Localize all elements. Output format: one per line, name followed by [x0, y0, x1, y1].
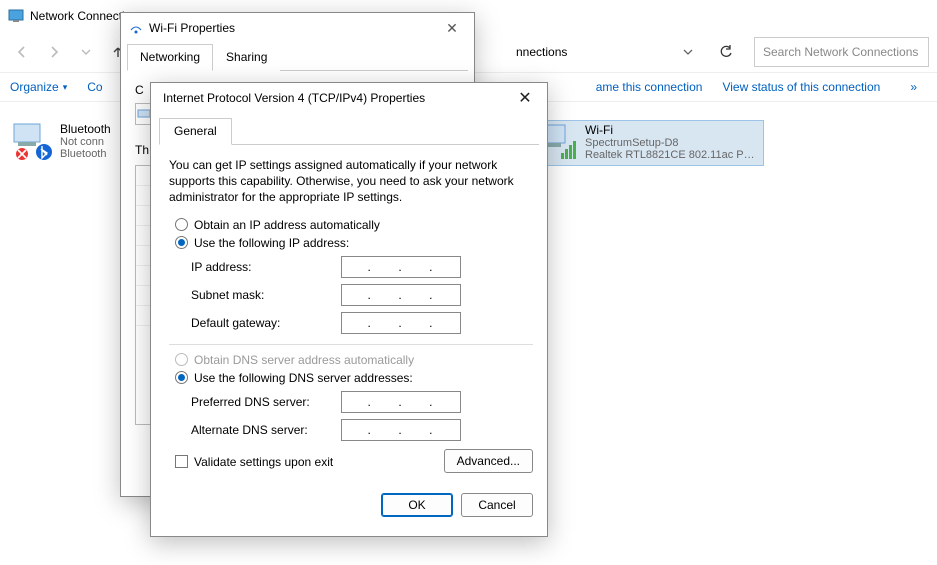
- advanced-button[interactable]: Advanced...: [444, 449, 533, 473]
- close-icon[interactable]: ✕: [511, 84, 539, 112]
- tab-general[interactable]: General: [159, 118, 232, 145]
- radio-obtain-dns: Obtain DNS server address automatically: [175, 353, 533, 367]
- ipv4-description: You can get IP settings assigned automat…: [169, 157, 533, 206]
- network-connections-icon: [8, 8, 24, 24]
- field-default-gateway: Default gateway: ...: [191, 312, 533, 334]
- divider: [169, 344, 533, 345]
- bluetooth-adapter-icon: [12, 122, 54, 162]
- field-alternate-dns: Alternate DNS server: ...: [191, 419, 533, 441]
- close-icon[interactable]: ✕: [438, 14, 466, 42]
- connection-item-wifi[interactable]: Wi-Fi SpectrumSetup-D8 Realtek RTL8821CE…: [534, 120, 764, 166]
- network-adapter-icon: [137, 107, 151, 121]
- radio-icon: [175, 353, 188, 366]
- wifi-dialog-titlebar[interactable]: Wi-Fi Properties ✕: [121, 13, 474, 43]
- field-subnet-mask: Subnet mask: ...: [191, 284, 533, 306]
- rename-connection[interactable]: ame this connection: [596, 80, 703, 94]
- ip-address-input[interactable]: ...: [341, 256, 461, 278]
- connection-device: Realtek RTL8821CE 802.11ac PCIe ...: [585, 149, 755, 161]
- view-status[interactable]: View status of this connection: [722, 80, 880, 94]
- search-input[interactable]: Search Network Connections: [754, 37, 929, 67]
- ipv4-dialog-buttons: OK Cancel: [151, 483, 547, 529]
- cancel-button[interactable]: Cancel: [461, 493, 533, 517]
- connection-device: Bluetooth: [60, 148, 111, 160]
- wifi-dialog-title: Wi-Fi Properties: [149, 21, 432, 35]
- wifi-dialog-tabs: Networking Sharing: [127, 43, 468, 71]
- ipv4-body: You can get IP settings assigned automat…: [151, 145, 547, 483]
- search-placeholder: Search Network Connections: [763, 45, 918, 59]
- connection-text: Bluetooth Not conn Bluetooth: [60, 122, 111, 160]
- overflow-chevron-icon[interactable]: »: [900, 80, 927, 94]
- connect-to-cut[interactable]: Co: [87, 80, 102, 94]
- wifi-dialog-icon: [129, 21, 143, 35]
- connection-text: Wi-Fi SpectrumSetup-D8 Realtek RTL8821CE…: [585, 123, 755, 161]
- organize-menu[interactable]: Organize▾: [10, 80, 67, 94]
- radio-icon: [175, 218, 188, 231]
- forward-button[interactable]: [40, 38, 68, 66]
- ok-button[interactable]: OK: [381, 493, 453, 517]
- field-preferred-dns: Preferred DNS server: ...: [191, 391, 533, 413]
- tab-networking[interactable]: Networking: [127, 44, 213, 71]
- ipv4-tabs: General: [159, 117, 539, 145]
- chevron-down-icon: ▾: [63, 82, 68, 93]
- tab-sharing[interactable]: Sharing: [213, 44, 280, 71]
- ipv4-properties-dialog: Internet Protocol Version 4 (TCP/IPv4) P…: [150, 82, 548, 537]
- address-dropdown[interactable]: [674, 38, 702, 66]
- connection-status: Not conn: [60, 136, 111, 148]
- connection-name: Wi-Fi: [585, 123, 755, 137]
- radio-icon: [175, 371, 188, 384]
- ipv4-dialog-titlebar[interactable]: Internet Protocol Version 4 (TCP/IPv4) P…: [151, 83, 547, 113]
- radio-use-ip[interactable]: Use the following IP address:: [175, 236, 533, 250]
- connection-name: Bluetooth: [60, 122, 111, 136]
- field-ip-address: IP address: ...: [191, 256, 533, 278]
- address-tail[interactable]: nnections: [516, 45, 567, 59]
- radio-icon: [175, 236, 188, 249]
- items-list-cut[interactable]: [135, 165, 151, 425]
- preferred-dns-input[interactable]: ...: [341, 391, 461, 413]
- default-gateway-input[interactable]: ...: [341, 312, 461, 334]
- refresh-button[interactable]: [712, 38, 740, 66]
- recent-dropdown[interactable]: [72, 38, 100, 66]
- connection-status: SpectrumSetup-D8: [585, 137, 755, 149]
- ipv4-dialog-title: Internet Protocol Version 4 (TCP/IPv4) P…: [163, 91, 505, 105]
- back-button[interactable]: [8, 38, 36, 66]
- checkbox-icon: [175, 455, 188, 468]
- radio-obtain-ip[interactable]: Obtain an IP address automatically: [175, 218, 533, 232]
- subnet-mask-input[interactable]: ...: [341, 284, 461, 306]
- alternate-dns-input[interactable]: ...: [341, 419, 461, 441]
- radio-use-dns[interactable]: Use the following DNS server addresses:: [175, 371, 533, 385]
